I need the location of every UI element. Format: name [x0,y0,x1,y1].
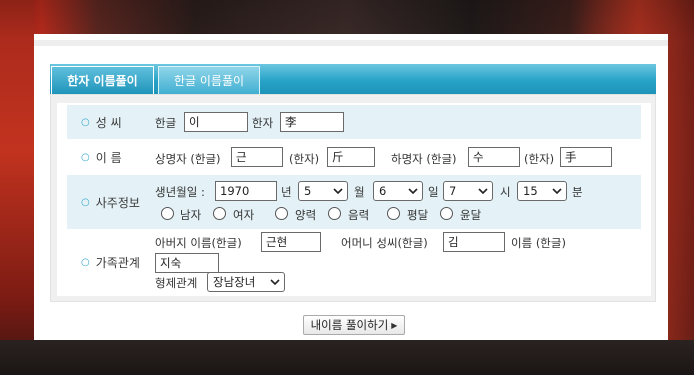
given-name-label: 이 름 [95,150,122,165]
family-row: ○ 가족관계 아버지 이름(한글) 근현 어머니 성씨(한글) 김 이름 (한글… [67,231,641,293]
solar-calendar-radio[interactable] [275,207,288,220]
saju-row: ○ 사주정보 생년월일 : 1970 년 5 월 6 일 7 시 15 분 남자… [67,175,641,229]
surname-row: ○ 성 씨 한글 이 한자 李 [67,105,641,139]
bullet-icon: ○ [81,196,90,208]
bullet-icon: ○ [81,116,90,128]
upper-char-hanja-input[interactable]: 斤 [327,147,375,167]
sibling-relation-value: 장남장녀 [213,275,256,289]
chevron-down-icon [478,188,488,195]
given-name-row: ○ 이 름 상명자 (한글) 근 (한자) 斤 하명자 (한글) 수 (한자) … [67,139,641,175]
lower-char-hangul-input[interactable]: 수 [468,147,520,167]
upper-char-hangul-input[interactable]: 근 [231,147,283,167]
bullet-icon: ○ [81,151,90,163]
tab-hangul-name[interactable]: 한글 이름풀이 [158,66,260,94]
chevron-down-icon [270,279,280,286]
father-name-label: 아버지 이름(한글) [155,236,242,250]
mother-name-label: 이름 (한글) [511,236,566,250]
leap-month-radio[interactable] [440,207,453,220]
given-name-row-label: ○ 이 름 [81,139,122,175]
year-unit: 년 [281,185,292,199]
family-label: 가족관계 [95,255,140,270]
lower-char-hanja-label: (한자) [524,152,555,166]
background-photo [0,0,34,375]
sibling-relation-select[interactable]: 장남장녀 [207,272,285,292]
form-inner: ○ 성 씨 한글 이 한자 李 ○ 이 름 상명자 (한글) 근 (한자) 斤 … [57,103,651,296]
surname-hangul-label: 한글 [155,116,177,130]
play-arrow-icon: ▶ [391,320,398,330]
family-row-label: ○ 가족관계 [81,231,140,293]
upper-char-hanja-label: (한자) [289,152,320,166]
gender-female-radio[interactable] [213,207,226,220]
panel-top-strip [34,34,668,46]
name-analysis-panel: 한자 이름풀이 한글 이름풀이 ○ 성 씨 한글 이 한자 李 ○ 이 름 상명… [34,34,668,340]
leap-month-label: 윤달 [460,208,482,222]
form-container: ○ 성 씨 한글 이 한자 李 ○ 이 름 상명자 (한글) 근 (한자) 斤 … [50,94,656,302]
surname-hangul-input[interactable]: 이 [184,112,248,132]
lower-char-hangul-label: 하명자 (한글) [391,152,457,166]
sibling-relation-label: 형제관계 [155,276,198,290]
chevron-down-icon [552,188,562,195]
background-photo-bottom [0,340,694,375]
saju-row-label: ○ 사주정보 [81,175,140,229]
lower-char-hanja-input[interactable]: 手 [560,147,612,167]
minute-unit: 분 [572,185,583,199]
gender-female-label: 여자 [233,208,255,222]
normal-month-radio[interactable] [387,207,400,220]
gender-male-label: 남자 [180,208,202,222]
hour-unit: 시 [500,185,511,199]
birth-minute-select[interactable]: 15 [517,181,567,201]
solar-calendar-label: 양력 [295,208,317,222]
birth-hour-value: 7 [449,184,457,198]
birth-day-select[interactable]: 6 [373,181,423,201]
chevron-down-icon [408,188,418,195]
surname-label: 성 씨 [95,115,122,130]
birth-year-input[interactable]: 1970 [215,181,277,201]
submit-button-label: 내이름 풀이하기 [310,318,389,332]
birth-hour-select[interactable]: 7 [443,181,493,201]
father-name-input[interactable]: 근현 [261,232,321,252]
mother-surname-label: 어머니 성씨(한글) [341,236,428,250]
birth-month-value: 5 [304,184,312,198]
tab-hanja-name[interactable]: 한자 이름풀이 [51,66,154,94]
month-unit: 월 [354,185,365,199]
lunar-calendar-radio[interactable] [328,207,341,220]
mother-name-input[interactable]: 지숙 [155,253,219,273]
surname-hanja-input[interactable]: 李 [280,112,344,132]
birth-month-select[interactable]: 5 [298,181,348,201]
birth-day-value: 6 [379,184,387,198]
birth-date-label: 생년월일 : [155,185,205,199]
normal-month-label: 평달 [407,208,429,222]
saju-label: 사주정보 [95,195,140,210]
mother-surname-input[interactable]: 김 [443,232,505,252]
bullet-icon: ○ [81,256,90,268]
lunar-calendar-label: 음력 [348,208,370,222]
gender-male-radio[interactable] [161,207,174,220]
birth-minute-value: 15 [523,184,538,198]
surname-row-label: ○ 성 씨 [81,105,122,139]
day-unit: 일 [428,185,439,199]
chevron-down-icon [333,188,343,195]
surname-hanja-label: 한자 [252,116,274,130]
upper-char-hangul-label: 상명자 (한글) [155,152,221,166]
submit-name-analysis-button[interactable]: 내이름 풀이하기 ▶ [303,315,405,335]
